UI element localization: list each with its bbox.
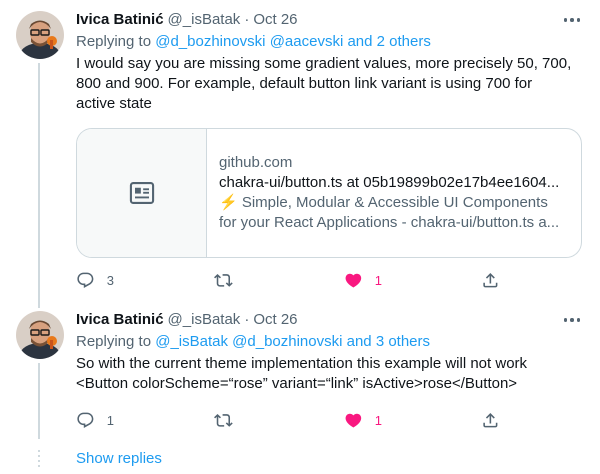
tweet-actions: 1 1 bbox=[76, 410, 506, 430]
display-name[interactable]: Ivica Batinić bbox=[76, 310, 164, 330]
thread-dots bbox=[38, 450, 40, 470]
replying-to: Replying to @_isBatak @d_bozhinovski and… bbox=[76, 332, 584, 352]
user-handle[interactable]: @_isBatak bbox=[168, 310, 241, 330]
tweet-text: I would say you are missing some gradien… bbox=[76, 54, 584, 114]
tweet-text-line: <Button colorScheme=“rose” variant=“link… bbox=[76, 375, 518, 392]
avatar[interactable] bbox=[16, 11, 64, 59]
like-count: 1 bbox=[374, 272, 382, 288]
replying-to-label: Replying to bbox=[76, 333, 156, 350]
separator-dot: · bbox=[244, 11, 250, 28]
share-icon bbox=[483, 272, 498, 288]
mention-link[interactable]: @d_bozhinovski bbox=[155, 33, 265, 50]
reply-icon bbox=[77, 272, 94, 288]
retweet-icon bbox=[214, 413, 233, 427]
others-link[interactable]: and 3 others bbox=[347, 333, 430, 350]
heart-filled-icon bbox=[345, 413, 362, 428]
retweet-icon bbox=[214, 273, 233, 287]
reply-count: 1 bbox=[106, 412, 114, 428]
like-button[interactable]: 1 bbox=[344, 270, 382, 290]
tweet-actions: 3 1 bbox=[76, 270, 506, 290]
others-link[interactable]: and 2 others bbox=[347, 33, 430, 50]
thread-line bbox=[38, 363, 40, 439]
retweet-button[interactable] bbox=[214, 410, 245, 430]
replying-to: Replying to @d_bozhinovski @aacevski and… bbox=[76, 32, 584, 52]
share-icon bbox=[483, 412, 498, 428]
tweet-date[interactable]: Oct 26 bbox=[253, 310, 297, 330]
more-options-button[interactable] bbox=[558, 10, 586, 30]
mention-link[interactable]: @d_bozhinovski bbox=[232, 333, 342, 350]
card-description: ⚡️ Simple, Modular & Accessible UI Compo… bbox=[219, 193, 569, 233]
card-domain: github.com bbox=[219, 154, 293, 171]
tweet-text-line: I would say you are missing some gradien… bbox=[76, 55, 572, 72]
share-button[interactable] bbox=[481, 410, 500, 430]
like-button[interactable]: 1 bbox=[344, 410, 382, 430]
card-description-line: ⚡️ Simple, Modular & Accessible UI Compo… bbox=[219, 194, 548, 211]
reply-button[interactable]: 1 bbox=[76, 410, 114, 430]
card-info: github.com chakra-ui/button.ts at 05b198… bbox=[207, 129, 581, 257]
tweet-text: So with the current theme implementation… bbox=[76, 354, 584, 394]
show-replies-link[interactable]: Show replies bbox=[76, 449, 162, 469]
tweet[interactable]: Ivica Batinić @_isBatak · Oct 26 Replyin… bbox=[0, 0, 600, 308]
mention-link[interactable]: @_isBatak bbox=[155, 333, 228, 350]
tweet-text-line: 800 and 900. For example, default button… bbox=[76, 75, 533, 92]
link-card[interactable]: github.com chakra-ui/button.ts at 05b198… bbox=[76, 128, 582, 258]
separator-dot: · bbox=[244, 311, 250, 328]
reply-icon bbox=[77, 412, 94, 428]
tweet-text-line: active state bbox=[76, 95, 152, 112]
tweet-text-line: So with the current theme implementation… bbox=[76, 355, 528, 372]
retweet-button[interactable] bbox=[214, 270, 245, 290]
card-title: chakra-ui/button.ts at 05b19899b02e17b4e… bbox=[219, 174, 560, 191]
reply-button[interactable]: 3 bbox=[76, 270, 114, 290]
show-replies-row: Show replies bbox=[0, 446, 600, 474]
like-count: 1 bbox=[374, 412, 382, 428]
tweet-date[interactable]: Oct 26 bbox=[253, 10, 297, 30]
tweet-content: Ivica Batinić @_isBatak · Oct 26 Replyin… bbox=[76, 10, 586, 258]
mention-link[interactable]: @aacevski bbox=[270, 33, 344, 50]
share-button[interactable] bbox=[481, 270, 500, 290]
replying-to-label: Replying to bbox=[76, 33, 156, 50]
tweet-header: Ivica Batinić @_isBatak · Oct 26 bbox=[76, 10, 584, 30]
reply-count: 3 bbox=[106, 272, 114, 288]
card-description-line: for your React Applications - chakra-ui/… bbox=[219, 214, 560, 231]
heart-filled-icon bbox=[345, 273, 362, 288]
tweet-content: Ivica Batinić @_isBatak · Oct 26 Replyin… bbox=[76, 310, 584, 394]
thread-line bbox=[38, 63, 40, 308]
user-handle[interactable]: @_isBatak bbox=[168, 10, 241, 30]
display-name[interactable]: Ivica Batinić bbox=[76, 10, 164, 30]
more-options-button[interactable] bbox=[558, 310, 586, 330]
article-icon bbox=[129, 182, 154, 204]
card-thumbnail bbox=[77, 129, 207, 257]
avatar[interactable] bbox=[16, 311, 64, 359]
tweet-header: Ivica Batinić @_isBatak · Oct 26 bbox=[76, 310, 584, 330]
